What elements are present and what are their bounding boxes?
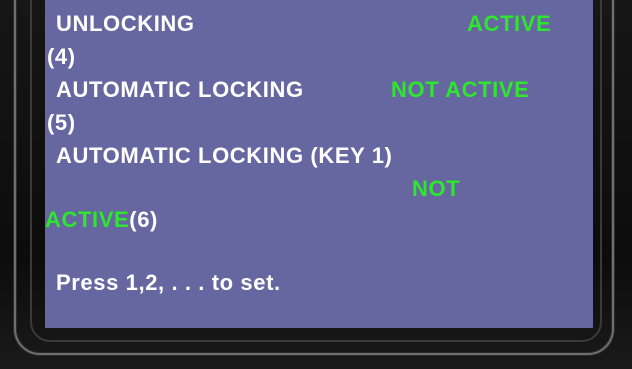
- automatic-locking-key1-status-active: ACTIVE: [45, 207, 130, 232]
- automatic-locking-status: NOT ACTIVE: [391, 77, 530, 102]
- automatic-locking-key1-status-line: ACTIVE(6): [45, 207, 158, 233]
- display-screen: UNLOCKING ACTIVE (4) AUTOMATIC LOCKING N…: [45, 0, 593, 328]
- unlocking-option-number: (4): [47, 44, 76, 69]
- automatic-locking-label: AUTOMATIC LOCKING: [56, 77, 304, 102]
- automatic-locking-key1-status-not: NOT: [412, 176, 461, 201]
- unlocking-label: UNLOCKING: [56, 11, 195, 36]
- automatic-locking-key1-label: AUTOMATIC LOCKING (KEY 1): [56, 143, 393, 168]
- set-instruction-prompt: Press 1,2, . . . to set.: [56, 270, 281, 295]
- unlocking-status: ACTIVE: [467, 11, 552, 36]
- automatic-locking-option-number: (5): [47, 110, 76, 135]
- automatic-locking-key1-option-number: (6): [129, 207, 158, 232]
